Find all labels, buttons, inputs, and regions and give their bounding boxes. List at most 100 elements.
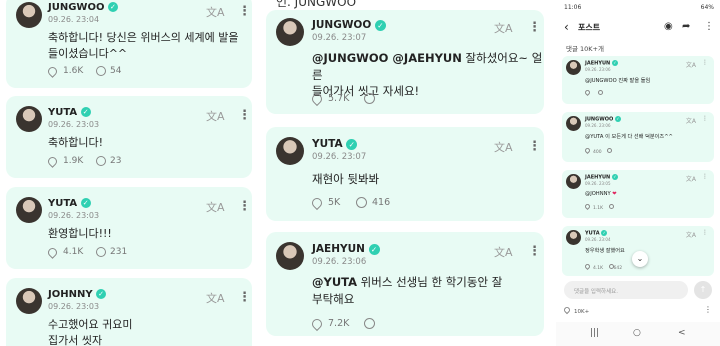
verified-icon: ✓ bbox=[80, 107, 91, 117]
post-card[interactable]: JUNGWOO ✓ 09.26. 23:07 文A ⋮ @JUNGWOO @JA… bbox=[266, 10, 544, 114]
mention[interactable]: @JUNGWOO @JAEHYUN bbox=[312, 51, 462, 65]
more-options-icon[interactable]: ⋮ bbox=[528, 139, 541, 154]
more-options-icon[interactable]: ⋮ bbox=[238, 290, 251, 305]
translate-icon[interactable]: 文A bbox=[686, 116, 696, 125]
translate-icon[interactable]: 文A bbox=[206, 199, 225, 215]
author-name[interactable]: JOHNNY ✓ bbox=[48, 289, 107, 300]
post-card[interactable]: JAEHYUN ✓ 09.26. 23:06 文A ⋮ @YUTA 위버스 선생… bbox=[266, 232, 544, 336]
more-options-icon[interactable]: ⋮ bbox=[238, 108, 251, 123]
more-options-icon[interactable]: ⋮ bbox=[702, 115, 708, 122]
avatar[interactable] bbox=[566, 174, 581, 189]
translate-icon[interactable]: 文A bbox=[494, 139, 513, 155]
back-button[interactable]: < bbox=[678, 328, 686, 338]
verified-icon: ✓ bbox=[601, 230, 608, 236]
more-options-icon[interactable]: ⋮ bbox=[702, 229, 708, 236]
cropped-header-text: 언. JUNGWOO bbox=[276, 0, 357, 9]
avatar[interactable] bbox=[16, 288, 42, 314]
comment-button[interactable] bbox=[364, 318, 375, 329]
back-arrow-icon[interactable]: ‹ bbox=[564, 20, 569, 34]
more-options-icon[interactable]: ⋮ bbox=[704, 305, 712, 314]
comment-count[interactable]: 54 bbox=[96, 66, 121, 76]
comment-card[interactable]: JAEHYUN ✓ 09.26. 23:05 文A ⋮ @JOHNNY ❤ 1.… bbox=[562, 170, 714, 218]
author-name[interactable]: YUTA ✓ bbox=[48, 198, 91, 209]
more-options-icon[interactable]: ⋮ bbox=[528, 20, 541, 35]
status-bar: 11:06 64% bbox=[556, 0, 720, 14]
comment-input[interactable]: 댓글을 입력하세요. bbox=[564, 281, 688, 299]
more-options-icon[interactable]: ⋮ bbox=[702, 173, 708, 180]
avatar[interactable] bbox=[276, 137, 304, 165]
author-name[interactable]: JUNGWOO ✓ bbox=[585, 116, 621, 123]
author-name[interactable]: JAEHYUN ✓ bbox=[585, 60, 618, 67]
avatar[interactable] bbox=[566, 60, 581, 75]
post-like-count[interactable]: 10K+ bbox=[562, 305, 589, 315]
translate-icon[interactable]: 文A bbox=[206, 290, 225, 306]
scroll-down-button[interactable]: ⌄ bbox=[632, 251, 648, 267]
comment-card[interactable]: JAEHYUN ✓ 09.26. 23:06 文A ⋮ @JUNGWOO 진짜 … bbox=[562, 56, 714, 104]
more-options-icon[interactable]: ⋮ bbox=[238, 199, 251, 214]
more-options-icon[interactable]: ⋮ bbox=[704, 21, 714, 32]
avatar[interactable] bbox=[16, 106, 42, 132]
avatar[interactable] bbox=[566, 116, 581, 131]
page-title: 포스트 bbox=[578, 23, 601, 32]
author-name[interactable]: JAEHYUN ✓ bbox=[312, 243, 380, 255]
translate-icon[interactable]: 文A bbox=[686, 230, 696, 239]
like-count[interactable]: 5K bbox=[309, 195, 340, 210]
more-options-icon[interactable]: ⋮ bbox=[238, 4, 251, 19]
post-text: 축하합니다! 당신은 위버스의 세계에 발을 들이셨습니다^^ bbox=[48, 31, 239, 60]
translate-icon[interactable]: 文A bbox=[686, 60, 696, 69]
like-count[interactable]: 400 bbox=[583, 146, 613, 155]
like-count[interactable]: 4.1K 642 bbox=[583, 262, 622, 271]
like-count[interactable]: 1.9K bbox=[46, 154, 83, 168]
more-options-icon[interactable]: ⋮ bbox=[528, 244, 541, 259]
mention[interactable]: @YUTA bbox=[312, 275, 357, 289]
like-icon bbox=[583, 262, 592, 271]
post-date: 09.26. 23:05 bbox=[585, 181, 611, 186]
author-name[interactable]: JUNGWOO ✓ bbox=[48, 2, 118, 13]
comment-icon bbox=[364, 93, 375, 104]
post-card[interactable]: YUTA ✓ 09.26. 23:03 文A ⋮ 환영합니다!!! 4.1K 2… bbox=[6, 187, 252, 269]
post-card[interactable]: YUTA ✓ 09.26. 23:07 文A ⋮ 재현아 뒷봐봐 5K 416 bbox=[266, 127, 544, 221]
post-card[interactable]: JUNGWOO ✓ 09.26. 23:04 文A ⋮ 축하합니다! 당신은 위… bbox=[6, 0, 252, 88]
translate-icon[interactable]: 文A bbox=[494, 20, 513, 36]
avatar[interactable] bbox=[16, 2, 42, 28]
post-date: 09.26. 23:04 bbox=[585, 237, 611, 242]
like-count[interactable]: 1.1K bbox=[583, 202, 614, 211]
post-card[interactable]: JOHNNY ✓ 09.26. 23:03 文A ⋮ 수고했어요 귀요미 집가서… bbox=[6, 278, 252, 346]
author-name[interactable]: YUTA ✓ bbox=[585, 230, 608, 237]
like-count[interactable]: 1.6K bbox=[46, 64, 83, 78]
post-card[interactable]: YUTA ✓ 09.26. 23:03 文A ⋮ 축하합니다! 1.9K 23 bbox=[6, 96, 252, 178]
translate-icon[interactable]: 文A bbox=[206, 108, 225, 124]
author-name[interactable]: JAEHYUN ✓ bbox=[585, 174, 618, 181]
coin-icon[interactable]: ◉ bbox=[664, 21, 673, 32]
translate-icon[interactable]: 文A bbox=[206, 4, 225, 20]
avatar[interactable] bbox=[566, 230, 581, 245]
like-count[interactable]: 7.2K bbox=[309, 316, 349, 331]
like-icon bbox=[309, 195, 325, 210]
avatar[interactable] bbox=[276, 242, 304, 270]
translate-icon[interactable]: 文A bbox=[686, 174, 696, 183]
home-button[interactable]: ○ bbox=[633, 328, 641, 338]
author-name[interactable]: JUNGWOO ✓ bbox=[312, 19, 386, 31]
comment-count[interactable]: 231 bbox=[96, 247, 127, 257]
like-count[interactable]: 5.7K bbox=[309, 91, 349, 106]
recent-apps-button[interactable]: ||| bbox=[590, 328, 599, 338]
avatar[interactable] bbox=[16, 197, 42, 223]
share-icon[interactable]: ➦ bbox=[682, 21, 690, 32]
post-date: 09.26. 23:07 bbox=[312, 152, 367, 162]
author-name[interactable]: YUTA ✓ bbox=[312, 138, 358, 150]
like-count[interactable]: 4.1K bbox=[46, 245, 83, 259]
comment-count[interactable]: 23 bbox=[96, 156, 121, 166]
comment-icon bbox=[598, 90, 604, 95]
post-date: 09.26. 23:03 bbox=[48, 302, 100, 311]
post-text: 축하합니다! bbox=[48, 136, 104, 149]
translate-icon[interactable]: 文A bbox=[494, 244, 513, 260]
send-button[interactable]: ↑ bbox=[694, 281, 712, 299]
comment-count[interactable]: 416 bbox=[356, 197, 390, 208]
avatar[interactable] bbox=[276, 18, 304, 46]
like-count[interactable] bbox=[583, 88, 604, 97]
author-name[interactable]: YUTA ✓ bbox=[48, 107, 91, 118]
heart-icon: ❤ bbox=[612, 191, 617, 197]
comment-card[interactable]: JUNGWOO ✓ 09.26. 23:06 文A ⋮ @YUTA 이 모든게 … bbox=[562, 112, 714, 162]
comment-button[interactable] bbox=[364, 93, 375, 104]
more-options-icon[interactable]: ⋮ bbox=[702, 59, 708, 66]
